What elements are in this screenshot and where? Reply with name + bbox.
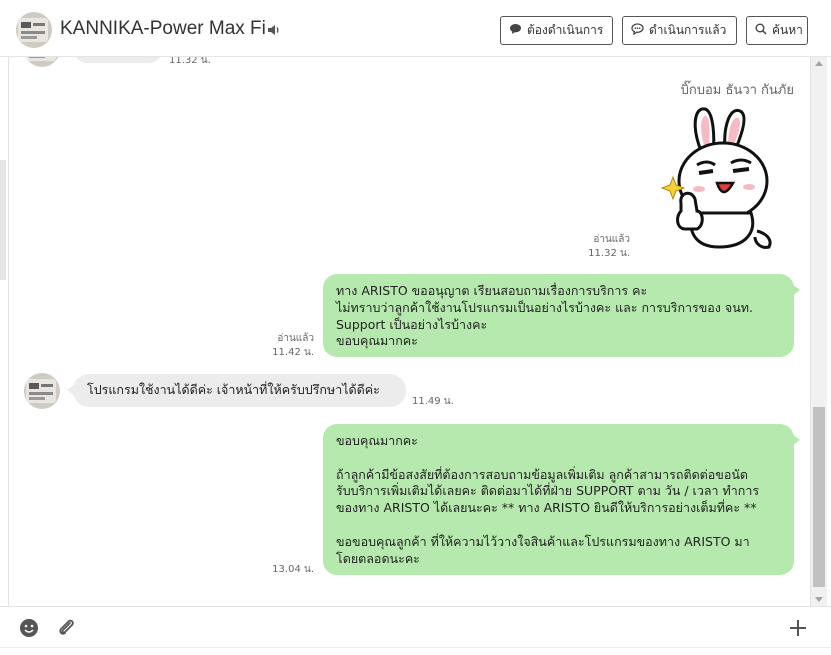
scroll-down-icon[interactable] [815, 597, 823, 602]
done-bubble-icon [631, 23, 644, 38]
scrollbar-thumb[interactable] [813, 407, 825, 587]
search-button-label: ค้นหา [772, 23, 803, 37]
contact-message-avatar [24, 57, 60, 67]
message-1-read-status: อ่านแล้ว [277, 333, 314, 344]
attach-icon[interactable] [55, 617, 77, 639]
speaker-icon[interactable] [266, 22, 282, 38]
sticker-cony-thumbs-up [660, 105, 785, 251]
todo-button-label: ต้องดำเนินการ [527, 23, 604, 37]
search-button[interactable]: ค้นหา [746, 16, 808, 45]
message-3-time: 13.04 น. [272, 564, 314, 575]
sender-name: บิ๊กบอม ธันวา กันภัย [680, 83, 794, 98]
partial-message-time: 11.32 น. [169, 57, 211, 66]
plus-icon[interactable] [787, 617, 809, 639]
done-button[interactable]: ดำเนินการแล้ว [622, 16, 737, 45]
contact-message-avatar [24, 373, 60, 409]
incoming-message-2: โปรแกรมใช้งานได้ดีค่ะ เจ้าหน้าที่ให้ครับ… [67, 374, 406, 407]
message-2-time: 11.49 น. [412, 396, 454, 407]
footer-divider [0, 647, 831, 648]
done-button-label: ดำเนินการแล้ว [649, 23, 727, 37]
todo-button[interactable]: ต้องดำเนินการ [500, 16, 613, 45]
sticker-read-status: อ่านแล้ว [593, 234, 630, 245]
composer-toolbar [0, 606, 831, 655]
partial-incoming-bubble [74, 57, 162, 63]
contact-avatar[interactable] [16, 12, 52, 48]
chat-scrollbar[interactable] [810, 57, 827, 606]
outgoing-message-1: ทาง ARISTO ขออนุญาต เรียนสอบถามเรื่องการ… [323, 274, 800, 357]
todo-bubble-icon [509, 23, 522, 38]
chat-header: KANNIKA-Power Max Fi ต้องดำเนินการ ดำเนิ… [0, 0, 831, 57]
scroll-up-icon[interactable] [815, 61, 823, 66]
chat-message-area[interactable]: 11.32 น. บิ๊กบอม ธันวา กันภัย อ่านแล้ว 1… [8, 57, 810, 606]
sticker-time: 11.32 น. [588, 248, 630, 259]
outgoing-message-3: ขอบคุณมากคะ ถ้าลูกค้ามีข้อสงสัยที่ต้องกา… [323, 424, 800, 575]
left-panel-edge [0, 160, 6, 280]
message-1-time: 11.42 น. [272, 347, 314, 358]
emoji-icon[interactable] [18, 617, 40, 639]
chat-title: KANNIKA-Power Max Fi [60, 18, 266, 39]
search-icon [755, 23, 767, 38]
